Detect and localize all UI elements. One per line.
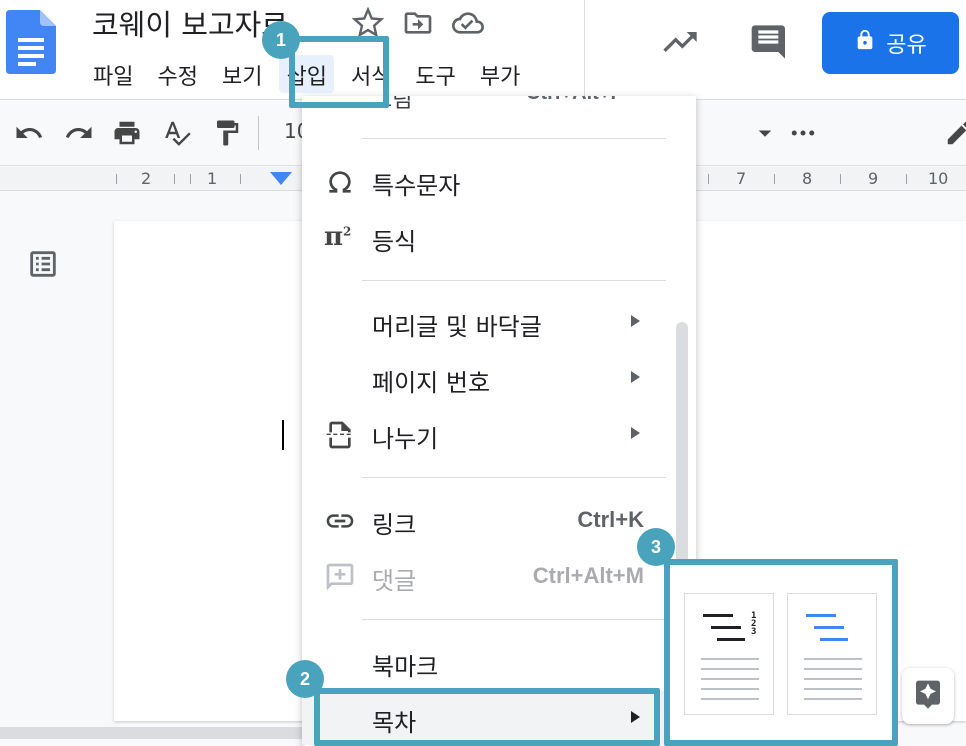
submenu-arrow-icon <box>631 315 640 327</box>
ruler-number: 9 <box>868 169 879 188</box>
ruler-tick <box>906 174 907 184</box>
document-title[interactable]: 코웨이 보고자료 <box>92 2 288 44</box>
sparkle-icon <box>912 678 944 714</box>
paint-format-icon[interactable] <box>212 118 242 148</box>
comment-icon[interactable] <box>750 22 790 66</box>
menu-item-label: 페이지 번호 <box>372 369 491 397</box>
header-right-icons <box>660 22 790 66</box>
callout-box-toc <box>314 688 660 746</box>
menu-item-equation[interactable]: π2 등식 <box>302 210 672 264</box>
menu-file[interactable]: 파일 <box>86 55 140 93</box>
share-label: 공유 <box>886 33 927 58</box>
callout-box-toc-options <box>664 559 898 746</box>
menu-separator <box>362 619 666 620</box>
menu-separator <box>362 280 666 281</box>
ruler-tick <box>240 174 241 184</box>
pi-icon: π2 <box>324 222 352 252</box>
callout-badge-1: 1 <box>262 21 300 59</box>
menu-tools[interactable]: 도구 <box>408 55 462 93</box>
ruler-tick <box>774 174 775 184</box>
document-outline-icon[interactable] <box>26 247 60 281</box>
submenu-arrow-icon <box>631 371 640 383</box>
redo-icon[interactable] <box>64 118 94 148</box>
menu-item-comment[interactable]: 댓글 Ctrl+Alt+M <box>302 549 672 603</box>
move-to-folder-icon[interactable] <box>402 7 434 43</box>
text-cursor <box>282 420 284 450</box>
menu-item-label: 북마크 <box>372 653 439 681</box>
menu-item-shortcut: Ctrl+Alt+M <box>532 563 644 588</box>
horizontal-scrollbar[interactable] <box>0 727 330 739</box>
menu-item-shortcut: Ctrl+K <box>577 507 644 532</box>
menu-item-headers-footers[interactable]: 머리글 및 바닥글 <box>302 295 672 349</box>
ruler-number: 7 <box>736 169 747 188</box>
more-icon[interactable] <box>788 118 818 148</box>
share-button[interactable]: 공유 <box>822 12 959 74</box>
submenu-arrow-icon <box>631 427 640 439</box>
add-comment-icon <box>324 561 356 593</box>
indent-marker[interactable] <box>270 172 292 185</box>
explore-button[interactable] <box>902 668 954 724</box>
menu-item-label: 특수문자 <box>372 172 461 200</box>
ruler-number: 8 <box>802 169 813 188</box>
menu-item-page-numbers[interactable]: 페이지 번호 <box>302 351 672 405</box>
callout-badge-2: 2 <box>286 660 324 698</box>
ruler-tick <box>190 174 191 184</box>
header: 코웨이 보고자료 파일 수정 보기 삽입 서식 도구 부가 공유 <box>0 0 966 100</box>
pencil-icon[interactable] <box>944 118 966 148</box>
ruler-number: 10 <box>928 169 949 188</box>
menu-item-link[interactable]: 링크 Ctrl+K <box>302 493 672 547</box>
page-break-icon <box>324 419 356 451</box>
toolbar-separator <box>258 116 259 150</box>
menu-separator <box>362 477 666 478</box>
callout-box-insert-menu <box>289 36 389 108</box>
lock-icon <box>854 29 876 57</box>
menu-item-label: 머리글 및 바닥글 <box>372 313 542 341</box>
link-icon <box>324 505 356 537</box>
menu-view[interactable]: 보기 <box>215 55 269 93</box>
callout-badge-3: 3 <box>637 528 675 566</box>
ruler-tick <box>840 174 841 184</box>
menu-item-special-characters[interactable]: 특수문자 <box>302 154 672 208</box>
header-divider <box>584 0 585 100</box>
docs-logo-icon[interactable] <box>6 10 56 74</box>
undo-icon[interactable] <box>14 118 44 148</box>
menu-item-label: 댓글 <box>372 567 417 595</box>
menu-separator <box>362 138 666 139</box>
trending-icon[interactable] <box>660 22 700 66</box>
ruler-tick <box>116 174 117 184</box>
ruler-number: 2 <box>141 169 152 188</box>
google-docs-window: 코웨이 보고자료 파일 수정 보기 삽입 서식 도구 부가 공유 10 2 1 … <box>0 0 966 746</box>
cloud-saved-icon[interactable] <box>452 7 484 43</box>
shortcut-partial: Ctrl+Alt+I <box>526 96 616 105</box>
insert-menu-dropdown: 그림 Ctrl+Alt+I 특수문자 π2 등식 머리글 및 바닥글 페이지 번… <box>302 96 696 746</box>
menu-edit[interactable]: 수정 <box>150 55 204 93</box>
menu-item-label: 나누기 <box>372 425 439 453</box>
menu-item-break[interactable]: 나누기 <box>302 407 672 461</box>
menu-item-bookmark[interactable]: 북마크 <box>302 635 672 689</box>
ruler-number: 1 <box>207 169 218 188</box>
dropdown-arrow-icon[interactable] <box>750 118 780 148</box>
menu-item-label: 링크 <box>372 511 417 539</box>
menu-addons[interactable]: 부가 <box>473 55 527 93</box>
ruler-tick <box>174 174 175 184</box>
ruler-tick <box>708 174 709 184</box>
print-icon[interactable] <box>112 118 142 148</box>
menu-item-label: 등식 <box>372 228 417 256</box>
spellcheck-icon[interactable] <box>162 118 192 148</box>
omega-icon <box>324 166 356 198</box>
